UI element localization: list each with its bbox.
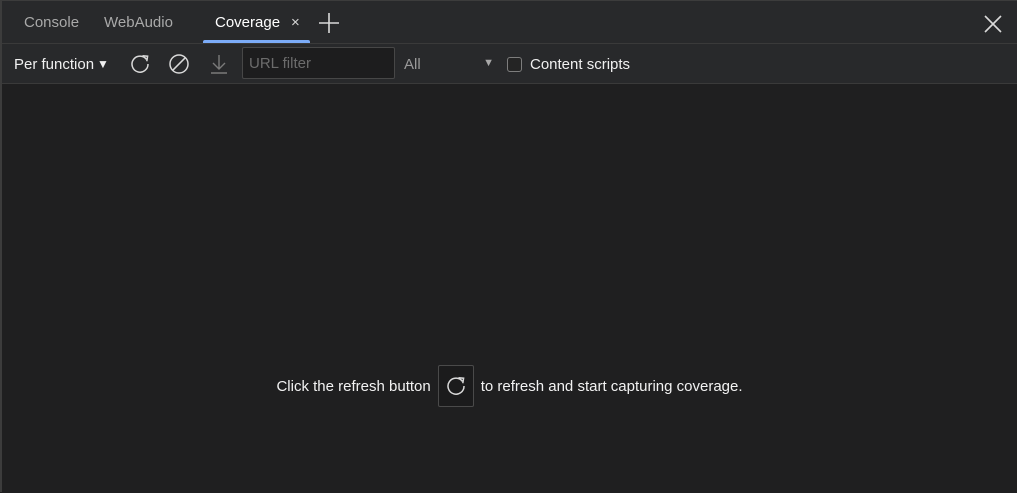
plus-icon[interactable] xyxy=(318,12,340,34)
content-type-value: All xyxy=(404,55,421,73)
url-filter-input[interactable] xyxy=(242,47,395,79)
clear-icon[interactable] xyxy=(168,53,190,75)
empty-message-suffix: to refresh and start capturing coverage. xyxy=(480,377,743,395)
coverage-empty-state: Click the refresh button to refresh and … xyxy=(2,85,1017,493)
tab-console[interactable]: Console xyxy=(24,1,79,43)
chevron-down-icon: ▼ xyxy=(483,57,494,69)
tab-webaudio-label: WebAudio xyxy=(104,13,173,31)
tab-coverage-label: Coverage xyxy=(215,13,281,31)
tab-webaudio[interactable]: WebAudio xyxy=(104,1,173,43)
close-icon[interactable] xyxy=(984,15,1002,33)
content-type-filter[interactable]: All ▼ xyxy=(404,53,496,75)
drawer-tab-strip: Console WebAudio Coverage × xyxy=(2,1,1017,44)
tab-console-label: Console xyxy=(24,13,80,31)
content-scripts-label: Content scripts xyxy=(530,55,631,73)
download-icon[interactable] xyxy=(208,53,230,75)
coverage-type-dropdown[interactable]: Per function ▼ xyxy=(14,55,109,73)
tab-close-icon[interactable]: × xyxy=(291,15,300,30)
chevron-down-icon: ▼ xyxy=(97,57,109,71)
coverage-type-label: Per function xyxy=(14,55,95,73)
empty-state-message: Click the refresh button to refresh and … xyxy=(2,365,1017,407)
reload-icon xyxy=(446,377,465,395)
empty-message-prefix: Click the refresh button xyxy=(276,377,431,395)
active-tab-indicator xyxy=(203,40,310,43)
reload-icon[interactable] xyxy=(129,53,151,75)
start-instrumenting-button[interactable] xyxy=(437,365,474,407)
content-scripts-toggle[interactable]: Content scripts xyxy=(507,55,630,73)
content-scripts-checkbox[interactable] xyxy=(507,56,522,72)
coverage-toolbar: Per function ▼ All ▼ Content scripts xyxy=(2,44,1017,84)
tab-coverage[interactable]: Coverage × xyxy=(203,1,310,43)
coverage-panel: Console WebAudio Coverage × Per function… xyxy=(0,0,1017,493)
